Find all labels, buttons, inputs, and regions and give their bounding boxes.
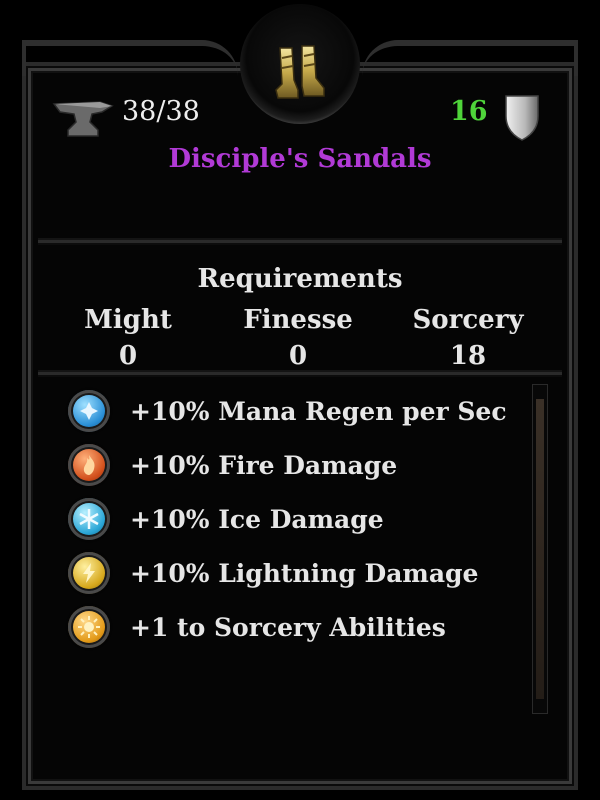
durability-value: 38/38 xyxy=(122,96,200,127)
requirement-might: Might 0 xyxy=(58,302,198,374)
requirement-sorcery: Sorcery 18 xyxy=(398,302,538,374)
requirements-title: Requirements xyxy=(197,264,403,294)
requirement-label: Finesse xyxy=(243,305,353,335)
bonus-item: +10% Fire Damage xyxy=(68,438,518,492)
bonus-text: +10% Mana Regen per Sec xyxy=(130,396,507,426)
shield-icon xyxy=(505,95,539,141)
divider-bottom xyxy=(38,372,562,375)
frame-ornament-left xyxy=(22,40,238,76)
requirement-value: 0 xyxy=(288,341,308,371)
sorcery-icon xyxy=(68,606,110,648)
requirement-value: 18 xyxy=(449,341,487,371)
fire-icon xyxy=(68,444,110,486)
divider-top xyxy=(38,240,562,243)
item-name: Disciple's Sandals xyxy=(168,144,432,174)
boots-icon xyxy=(275,45,325,99)
bonus-item: +10% Lightning Damage xyxy=(68,546,518,600)
ice-icon xyxy=(68,498,110,540)
bonus-item: +10% Ice Damage xyxy=(68,492,518,546)
scroll-thumb[interactable] xyxy=(536,399,544,699)
armor-value: 16 xyxy=(450,96,488,127)
anvil-icon xyxy=(52,101,114,137)
bonus-item: +10% Mana Regen per Sec xyxy=(68,384,518,438)
requirement-finesse: Finesse 0 xyxy=(228,302,368,374)
requirement-label: Might xyxy=(84,305,172,335)
bonus-list: +10% Mana Regen per Sec +10% Fire Damage… xyxy=(68,384,518,654)
mana-regen-icon xyxy=(68,390,110,432)
scrollbar[interactable] xyxy=(532,384,548,714)
requirement-value: 0 xyxy=(118,341,138,371)
bonus-item: +1 to Sorcery Abilities xyxy=(68,600,518,654)
requirement-label: Sorcery xyxy=(412,305,524,335)
lightning-icon xyxy=(68,552,110,594)
bonus-text: +1 to Sorcery Abilities xyxy=(130,612,446,642)
frame-ornament-right xyxy=(362,40,578,76)
bonus-text: +10% Lightning Damage xyxy=(130,558,479,588)
bonus-text: +10% Fire Damage xyxy=(130,450,398,480)
bonus-text: +10% Ice Damage xyxy=(130,504,384,534)
